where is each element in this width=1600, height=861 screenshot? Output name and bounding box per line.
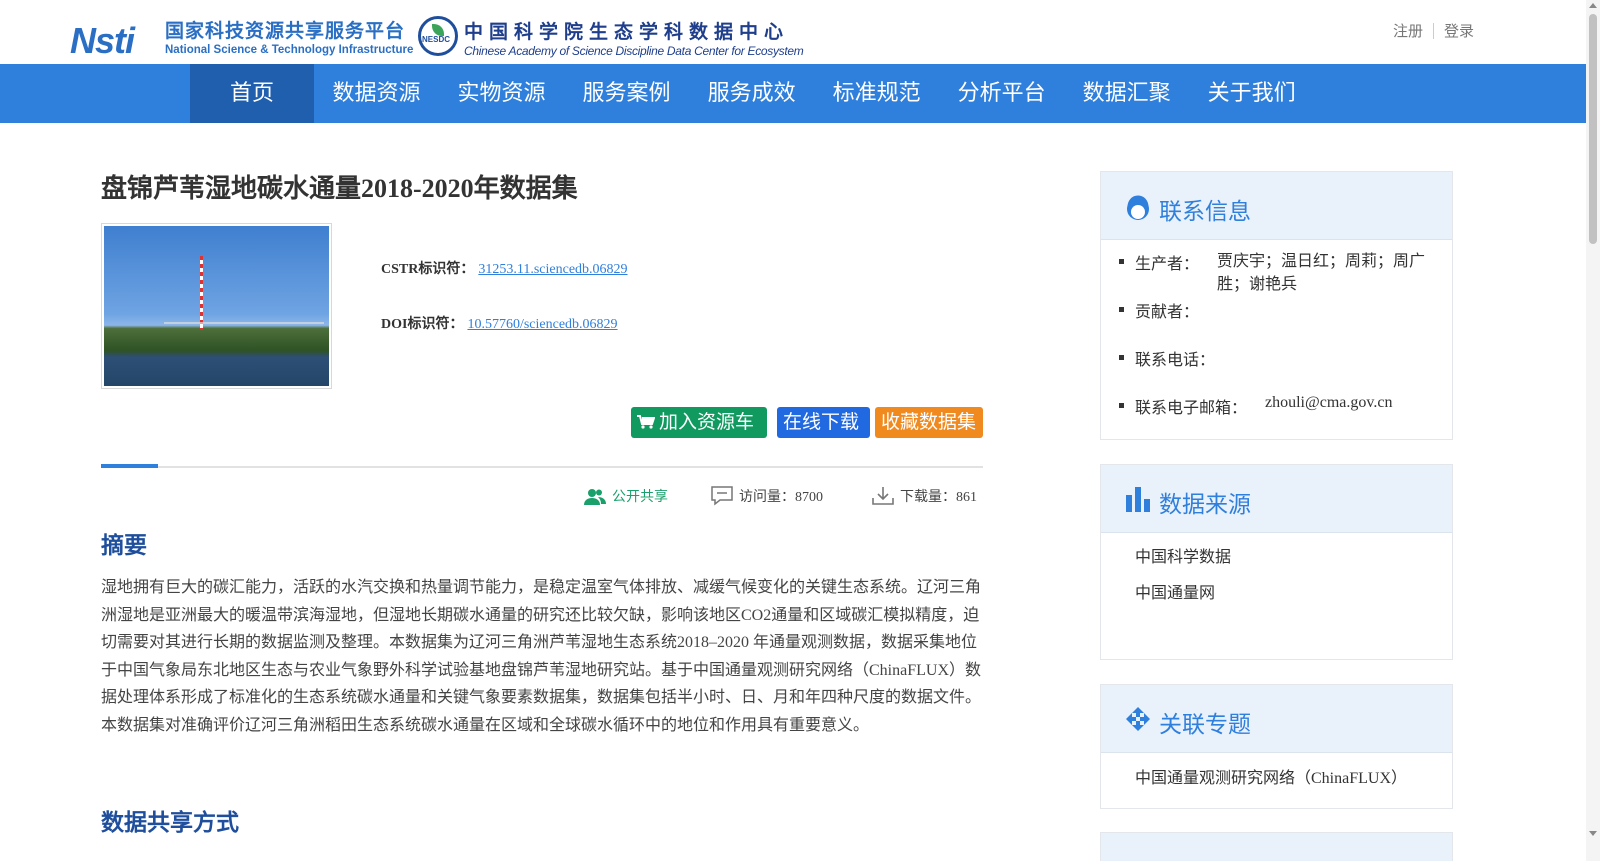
doi-link[interactable]: 10.57760/sciencedb.06829 <box>467 317 617 332</box>
email-label: 联系电子邮箱： <box>1135 400 1248 417</box>
favorite-dataset-button[interactable]: 收藏数据集 <box>875 407 983 438</box>
data-source-item[interactable]: 中国科学数据 <box>1101 543 1452 579</box>
producer-item: 生产者： 贾庆宇；温日红；周莉；周广胜；谢艳兵 <box>1119 250 1452 298</box>
users-icon <box>584 489 606 505</box>
nav-item-analysis-platform[interactable]: 分析平台 <box>939 64 1064 123</box>
online-download-button[interactable]: 在线下载 <box>777 407 870 438</box>
page-scrollbar[interactable] <box>1586 0 1600 861</box>
nsti-logo-cn: 国家科技资源共享服务平台 <box>165 20 406 42</box>
related-topics-list: 中国通量观测研究网络（ChinaFLUX） <box>1101 753 1452 788</box>
scroll-down-arrow-icon[interactable] <box>1589 831 1597 836</box>
related-topics-panel-header: 关联专题 <box>1101 685 1452 753</box>
nav-item-home[interactable]: 首页 <box>190 64 315 123</box>
contact-list: 生产者： 贾庆宇；温日红；周莉；周广胜；谢艳兵 贡献者： 联系电话： 联系电子邮箱… <box>1101 240 1452 434</box>
phone-label: 联系电话： <box>1135 352 1216 369</box>
nav-item-about-us[interactable]: 关于我们 <box>1189 64 1314 123</box>
boardwalk-shape <box>164 322 324 324</box>
nav-item-physical-resources[interactable]: 实物资源 <box>439 64 564 123</box>
wetland-photo <box>104 226 329 386</box>
diamond-arrows-icon <box>1126 707 1150 731</box>
data-source-panel-header: 数据来源 <box>1101 465 1452 533</box>
data-source-panel-title: 数据来源 <box>1159 492 1251 518</box>
dataset-title: 盘锦芦苇湿地碳水通量2018-2020年数据集 <box>101 174 578 203</box>
contributor-label: 贡献者： <box>1135 304 1200 321</box>
add-to-cart-label: 加入资源车 <box>659 411 755 433</box>
top-header: Nsti 国家科技资源共享服务平台 National Science & Tec… <box>0 0 1586 64</box>
nesdc-emblem-text: NESDC <box>422 35 451 44</box>
visits-text: 访问量：8700 <box>739 490 823 505</box>
data-source-panel: 数据来源 中国科学数据 中国通量网 <box>1100 464 1453 660</box>
cstr-link[interactable]: 31253.11.sciencedb.06829 <box>478 262 627 277</box>
auth-links: 注册 登录 <box>1393 20 1474 41</box>
data-source-list: 中国科学数据 中国通量网 <box>1101 533 1452 615</box>
visits-stat: 访问量：8700 <box>711 486 823 506</box>
dataset-thumbnail[interactable] <box>101 223 332 389</box>
scroll-up-arrow-icon[interactable] <box>1589 3 1597 8</box>
register-link[interactable]: 注册 <box>1393 22 1423 40</box>
downloads-text: 下载量：861 <box>900 490 977 505</box>
downloads-stat: 下载量：861 <box>872 486 977 506</box>
nesdc-logo-en: Chinese Academy of Science Discipline Da… <box>464 44 804 58</box>
related-topic-item[interactable]: 中国通量观测研究网络（ChinaFLUX） <box>1101 764 1421 788</box>
add-to-cart-button[interactable]: 加入资源车 <box>631 407 767 438</box>
tab-underline <box>101 464 983 468</box>
cart-icon <box>637 415 655 429</box>
related-topics-panel: 关联专题 中国通量观测研究网络（ChinaFLUX） <box>1100 684 1453 809</box>
next-panel-peek <box>1100 832 1453 861</box>
doi-row: DOI标识符： 10.57760/sciencedb.06829 <box>381 313 618 333</box>
nav-item-service-cases[interactable]: 服务案例 <box>564 64 689 123</box>
share-mode-text: 公开共享 <box>612 490 668 505</box>
nav-item-standards[interactable]: 标准规范 <box>814 64 939 123</box>
producer-value: 贾庆宇；温日红；周莉；周广胜；谢艳兵 <box>1217 253 1426 293</box>
producer-label: 生产者： <box>1135 256 1200 273</box>
login-link[interactable]: 登录 <box>1444 22 1474 40</box>
contact-panel-title: 联系信息 <box>1159 199 1251 225</box>
email-item: 联系电子邮箱： zhouli@cma.gov.cn <box>1119 394 1452 434</box>
nesdc-emblem-icon: NESDC <box>418 16 458 56</box>
cstr-row: CSTR标识符： 31253.11.sciencedb.06829 <box>381 258 628 278</box>
cstr-label: CSTR标识符： <box>381 262 475 277</box>
nav-item-service-results[interactable]: 服务成效 <box>689 64 814 123</box>
nav-item-data-resources[interactable]: 数据资源 <box>314 64 439 123</box>
flux-tower-shape <box>200 256 203 330</box>
nav-items: 首页 数据资源 实物资源 服务案例 服务成效 标准规范 分析平台 数据汇聚 关于… <box>190 64 1314 123</box>
nsti-logo[interactable]: Nsti 国家科技资源共享服务平台 National Science & Tec… <box>70 14 414 61</box>
active-tab-indicator <box>101 464 158 468</box>
abstract-heading: 摘要 <box>101 533 147 559</box>
email-value[interactable]: zhouli@cma.gov.cn <box>1265 394 1392 412</box>
scroll-thumb[interactable] <box>1589 14 1597 244</box>
nesdc-logo-cn: 中国科学院生态学科数据中心 <box>464 21 790 43</box>
related-topics-panel-title: 关联专题 <box>1159 712 1251 738</box>
comment-icon <box>711 486 733 506</box>
share-mode-stat: 公开共享 <box>584 486 668 506</box>
auth-divider <box>1432 23 1434 39</box>
contributor-item: 贡献者： <box>1119 298 1452 346</box>
nav-item-data-aggregation[interactable]: 数据汇聚 <box>1064 64 1189 123</box>
download-icon <box>872 487 894 505</box>
contact-panel: 联系信息 生产者： 贾庆宇；温日红；周莉；周广胜；谢艳兵 贡献者： 联系电话： 联… <box>1100 171 1453 440</box>
abstract-text: 湿地拥有巨大的碳汇能力，活跃的水汽交换和热量调节能力，是稳定温室气体排放、减缓气… <box>101 579 982 734</box>
data-source-item[interactable]: 中国通量网 <box>1101 579 1452 615</box>
nsti-logo-en: National Science & Technology Infrastruc… <box>165 44 414 56</box>
main-nav: 首页 数据资源 实物资源 服务案例 服务成效 标准规范 分析平台 数据汇聚 关于… <box>0 64 1586 123</box>
phone-item: 联系电话： <box>1119 346 1452 394</box>
bar-chart-icon <box>1126 487 1150 512</box>
doi-label: DOI标识符： <box>381 317 464 332</box>
user-headset-icon <box>1127 195 1149 220</box>
contact-panel-header: 联系信息 <box>1101 172 1452 240</box>
nesdc-logo[interactable]: NESDC 中国科学院生态学科数据中心 Chinese Academy of S… <box>418 14 808 60</box>
nsti-logo-mark: Nsti <box>70 20 135 61</box>
sharing-mode-heading: 数据共享方式 <box>101 810 239 836</box>
